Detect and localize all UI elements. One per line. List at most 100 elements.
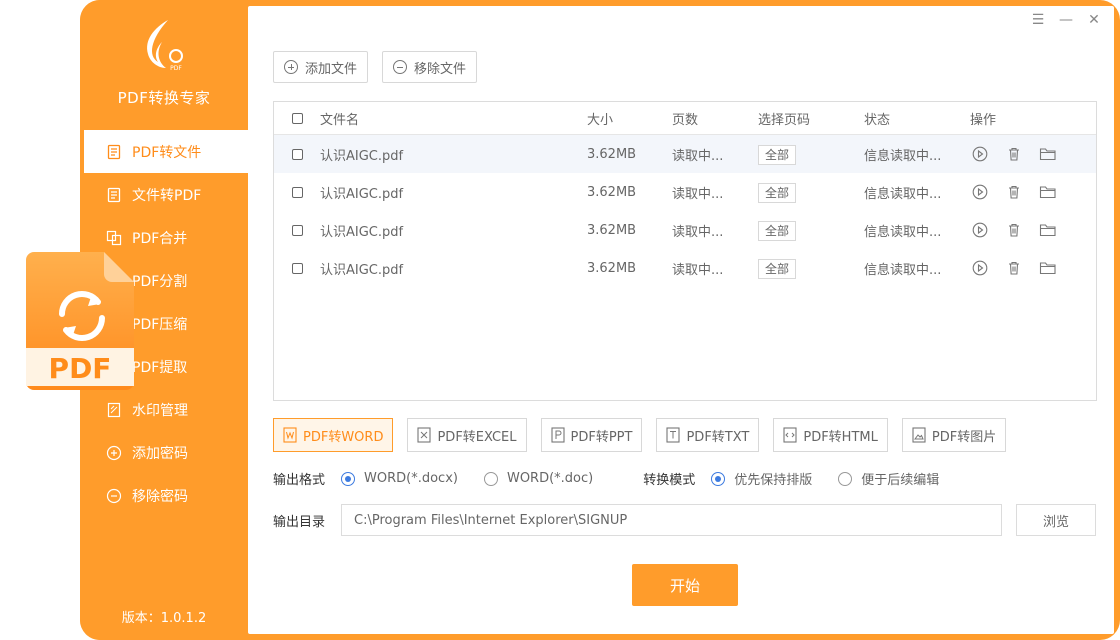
row-checkbox[interactable] xyxy=(291,262,303,274)
format-image-button[interactable]: PDF转图片 xyxy=(901,418,1007,452)
menu-icon[interactable]: ☰ xyxy=(1028,10,1048,30)
file-pages: 读取中... xyxy=(672,262,724,278)
file-table: 文件名 大小 页数 选择页码 状态 操作 认识AIGC.pdf 3.62MB 读… xyxy=(273,101,1097,401)
header-select: 选择页码 xyxy=(758,112,811,128)
trash-icon[interactable] xyxy=(1004,220,1024,240)
file-size: 3.62MB xyxy=(587,260,637,276)
table-row[interactable]: 认识AIGC.pdf 3.62MB 读取中... 全部 信息读取中... xyxy=(274,173,1096,211)
file-size: 3.62MB xyxy=(587,184,637,200)
options-row: 输出格式 WORD(*.docx) WORD(*.doc) 转换模式 优先保持排… xyxy=(273,469,965,488)
folder-icon[interactable] xyxy=(1038,258,1058,278)
sidebar-item-label: 添加密码 xyxy=(132,445,188,462)
sidebar-item-add-password[interactable]: 添加密码 xyxy=(80,431,248,474)
header-size: 大小 xyxy=(587,112,614,128)
format-label: PDF转TXT xyxy=(686,429,750,445)
row-checkbox[interactable] xyxy=(291,224,303,236)
page-select-button[interactable]: 全部 xyxy=(758,220,797,241)
table-header: 文件名 大小 页数 选择页码 状态 操作 xyxy=(274,102,1096,135)
pdf-file-icon: PDF xyxy=(26,252,134,390)
main-panel: ☰ — ✕ 添加文件 移除文件 文件名 大小 页数 选择页码 状态 操作 认识A… xyxy=(248,6,1114,634)
minus-circle-icon xyxy=(106,488,122,504)
format-ppt-button[interactable]: PDF转PPT xyxy=(540,418,643,452)
file-pages: 读取中... xyxy=(672,224,724,240)
format-docx-radio[interactable]: WORD(*.docx) xyxy=(341,471,458,486)
play-icon[interactable] xyxy=(970,182,990,202)
remove-file-button[interactable]: 移除文件 xyxy=(382,51,478,83)
sidebar-item-pdf-to-file[interactable]: PDF转文件 xyxy=(84,130,248,173)
trash-icon[interactable] xyxy=(1004,144,1024,164)
format-html-button[interactable]: PDF转HTML xyxy=(773,418,888,452)
page-select-button[interactable]: 全部 xyxy=(758,144,797,165)
folder-icon[interactable] xyxy=(1038,182,1058,202)
folder-icon[interactable] xyxy=(1038,144,1058,164)
pdf-icon-text: PDF xyxy=(49,352,112,385)
image-file-icon xyxy=(912,427,926,443)
browse-button[interactable]: 浏览 xyxy=(1016,504,1096,536)
convert-mode-label: 转换模式 xyxy=(643,473,696,488)
format-label: PDF转HTML xyxy=(803,429,878,445)
sidebar-item-label: 移除密码 xyxy=(132,488,188,505)
add-file-label: 添加文件 xyxy=(305,61,358,77)
format-word-button[interactable]: PDF转WORD xyxy=(273,418,394,452)
logo-text: PDF xyxy=(170,65,182,72)
file-pages: 读取中... xyxy=(672,148,724,164)
format-label: PDF转WORD xyxy=(303,429,384,445)
format-excel-button[interactable]: PDF转EXCEL xyxy=(407,418,527,452)
app-logo-icon: PDF xyxy=(147,20,183,72)
table-row[interactable]: 认识AIGC.pdf 3.62MB 读取中... 全部 信息读取中... xyxy=(274,211,1096,249)
row-checkbox[interactable] xyxy=(291,148,303,160)
merge-icon xyxy=(106,230,122,246)
sidebar-item-watermark[interactable]: 水印管理 xyxy=(80,388,248,431)
plus-circle-icon xyxy=(284,60,298,74)
select-all-checkbox[interactable] xyxy=(291,112,303,124)
trash-icon[interactable] xyxy=(1004,258,1024,278)
radio-selected-icon xyxy=(341,471,356,486)
play-icon[interactable] xyxy=(970,258,990,278)
header-name: 文件名 xyxy=(320,112,360,128)
word-file-icon xyxy=(283,427,297,443)
plus-circle-icon xyxy=(106,445,122,461)
row-checkbox[interactable] xyxy=(291,186,303,198)
sidebar-item-file-to-pdf[interactable]: 文件转PDF xyxy=(80,173,248,216)
close-icon[interactable]: ✕ xyxy=(1084,10,1104,30)
html-file-icon xyxy=(783,427,797,443)
output-dir-label: 输出目录 xyxy=(273,514,326,530)
radio-label: 优先保持排版 xyxy=(734,473,813,488)
folder-icon[interactable] xyxy=(1038,220,1058,240)
header-status: 状态 xyxy=(864,112,891,128)
trash-icon[interactable] xyxy=(1004,182,1024,202)
minimize-icon[interactable]: — xyxy=(1056,10,1076,30)
sidebar-item-label: 文件转PDF xyxy=(132,187,202,204)
file-status: 信息读取中... xyxy=(864,224,942,240)
remove-file-label: 移除文件 xyxy=(414,61,467,77)
file-status: 信息读取中... xyxy=(864,262,942,278)
radio-selected-icon xyxy=(711,471,726,486)
document-icon xyxy=(106,144,122,160)
format-txt-button[interactable]: PDF转TXT xyxy=(656,418,760,452)
add-file-button[interactable]: 添加文件 xyxy=(273,51,369,83)
sidebar-item-label: 水印管理 xyxy=(132,402,188,419)
page-select-button[interactable]: 全部 xyxy=(758,182,797,203)
output-dir-input[interactable]: C:\Program Files\Internet Explorer\SIGNU… xyxy=(341,504,1002,536)
mode-keep-layout-radio[interactable]: 优先保持排版 xyxy=(711,469,812,488)
header-pages: 页数 xyxy=(672,112,699,128)
file-name: 认识AIGC.pdf xyxy=(320,186,404,202)
play-icon[interactable] xyxy=(970,220,990,240)
format-label: PDF转图片 xyxy=(931,429,997,445)
sidebar-item-label: PDF转文件 xyxy=(132,144,202,161)
sidebar-item-remove-password[interactable]: 移除密码 xyxy=(80,474,248,517)
file-name: 认识AIGC.pdf xyxy=(320,262,404,278)
excel-file-icon xyxy=(417,427,432,443)
start-button[interactable]: 开始 xyxy=(632,564,738,606)
format-doc-radio[interactable]: WORD(*.doc) xyxy=(483,471,593,486)
mode-editable-radio[interactable]: 便于后续编辑 xyxy=(838,469,939,488)
format-buttons: PDF转WORD PDF转EXCEL PDF转PPT PDF转TXT PDF转H… xyxy=(273,418,1007,452)
table-row[interactable]: 认识AIGC.pdf 3.62MB 读取中... 全部 信息读取中... xyxy=(274,135,1096,173)
page-select-button[interactable]: 全部 xyxy=(758,258,797,279)
ppt-file-icon xyxy=(550,427,565,443)
play-icon[interactable] xyxy=(970,144,990,164)
app-window: PDF PDF转换专家 PDF转文件 文件转PDF PDF合并 PDF分割 PD… xyxy=(80,0,1120,640)
table-row[interactable]: 认识AIGC.pdf 3.62MB 读取中... 全部 信息读取中... xyxy=(274,249,1096,287)
file-size: 3.62MB xyxy=(587,222,637,238)
sidebar-item-label: PDF提取 xyxy=(132,359,188,376)
